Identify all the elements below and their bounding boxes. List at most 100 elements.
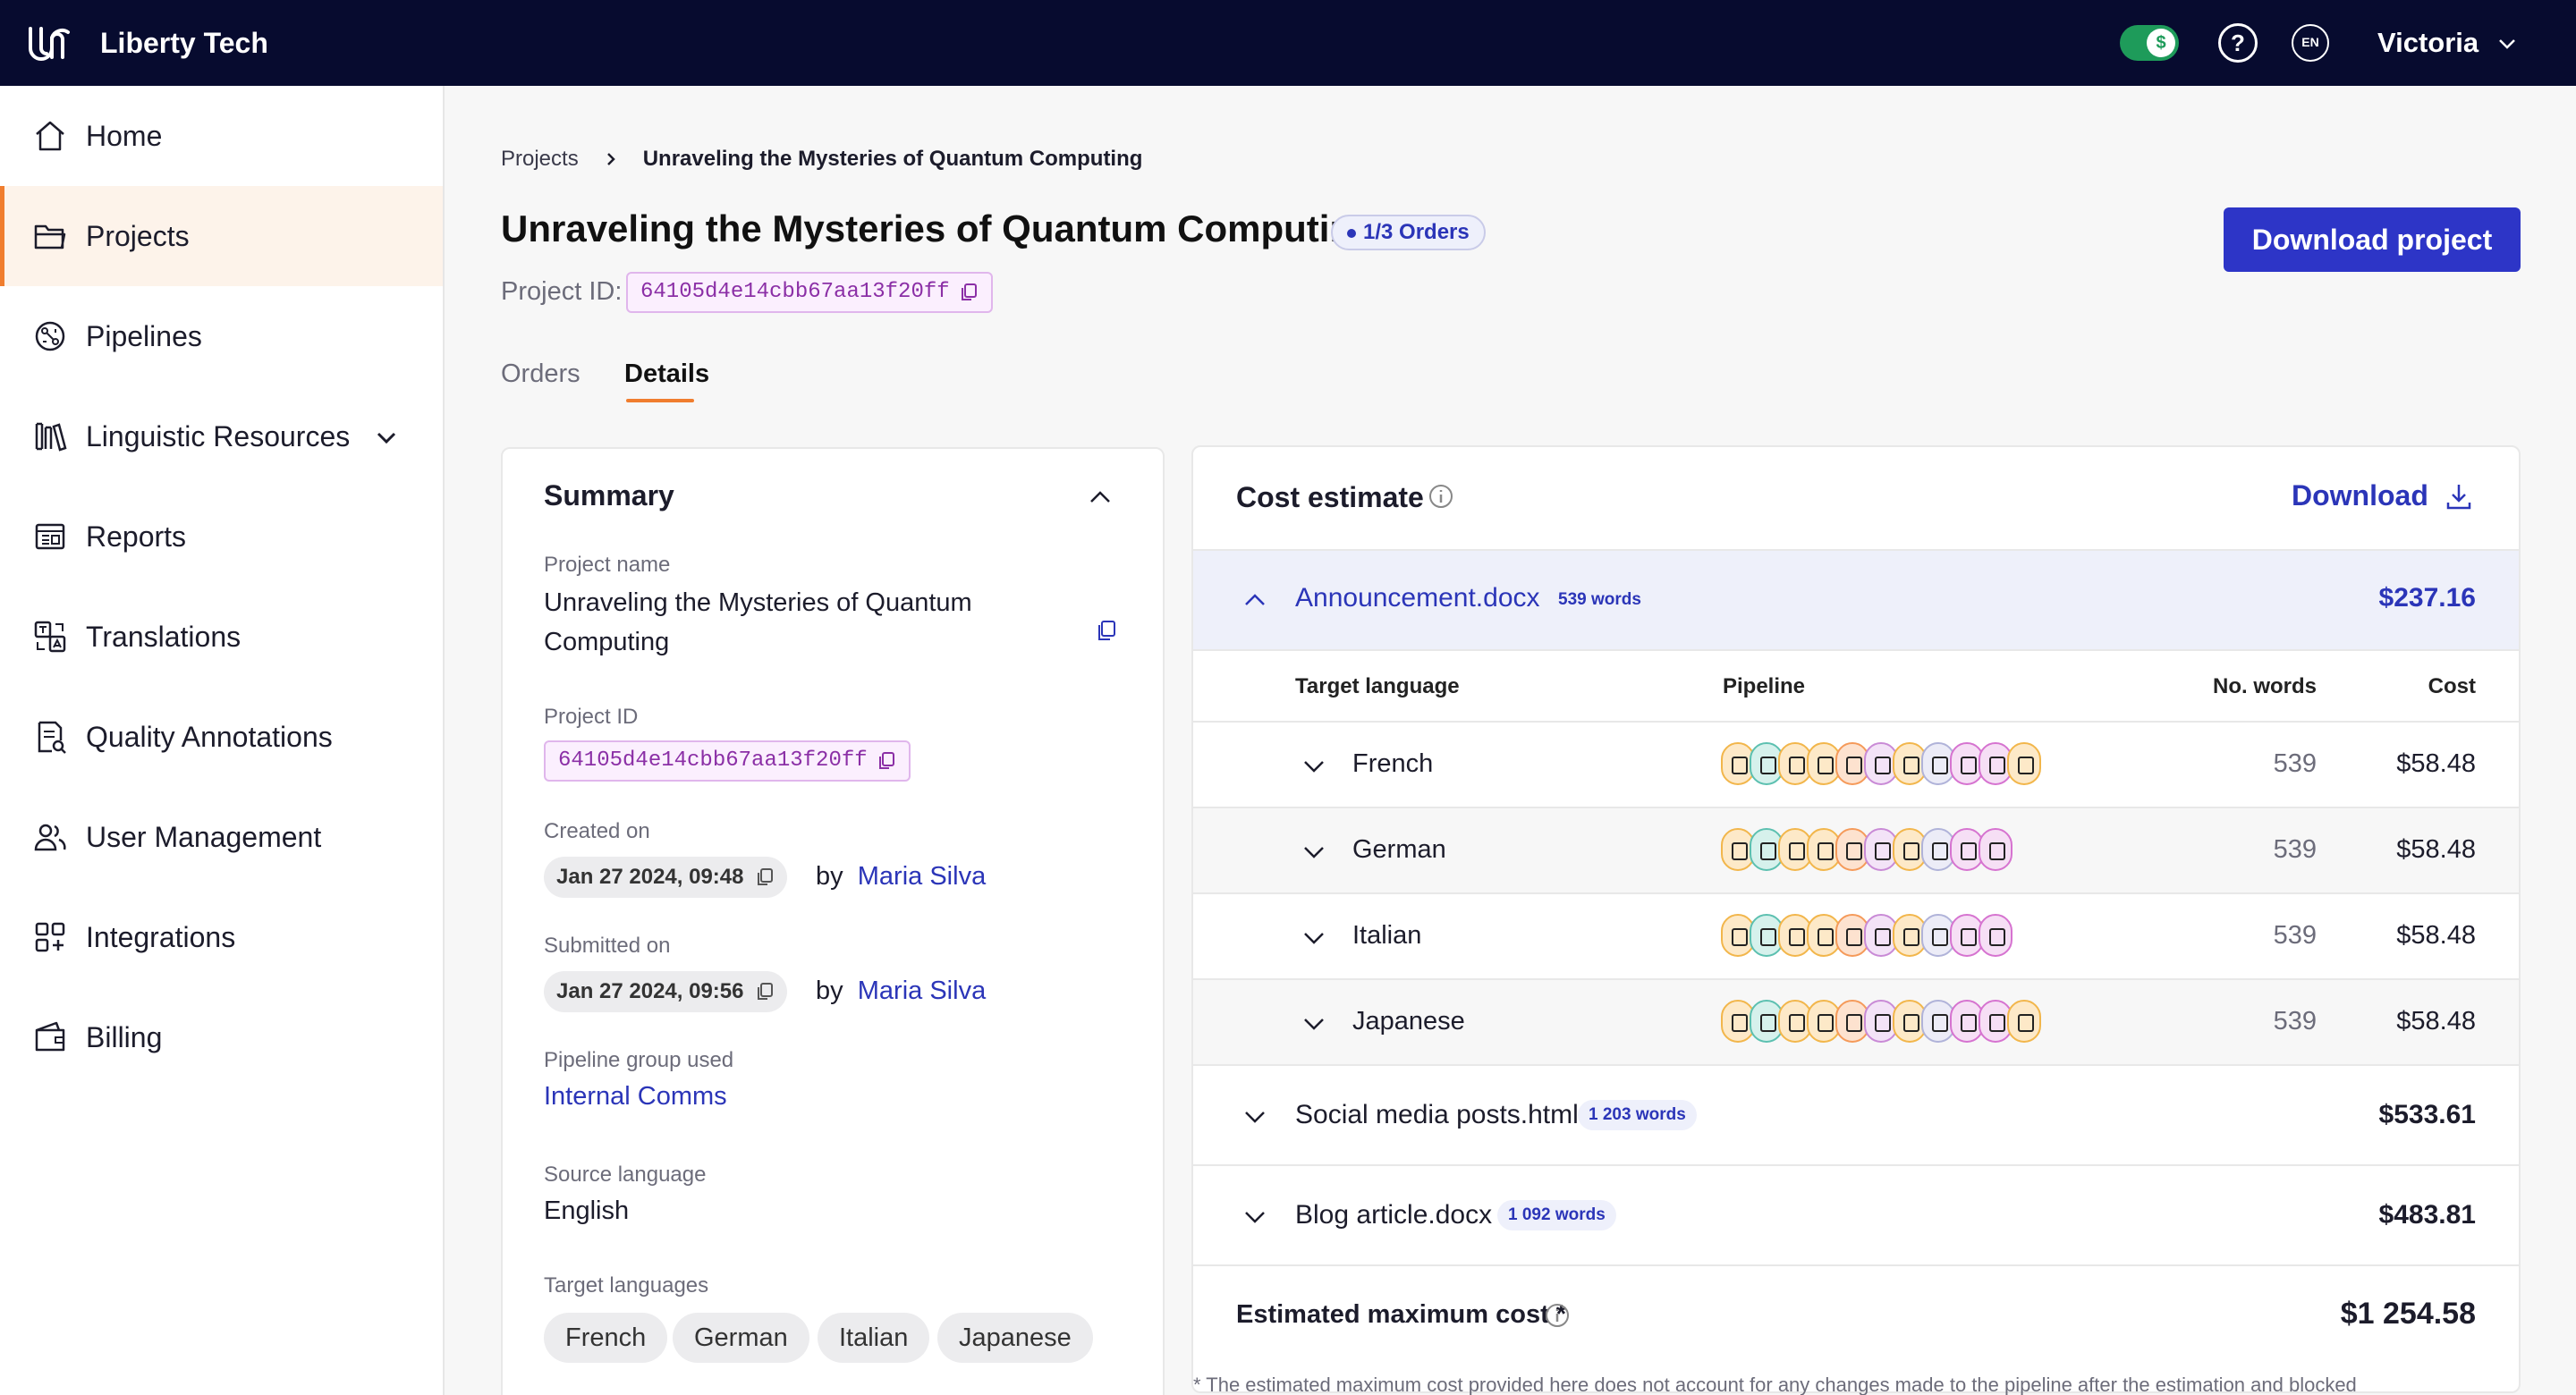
liberty-logo-icon[interactable] — [27, 23, 72, 63]
file-row-social-media[interactable]: Social media posts.html 1 203 words $533… — [1193, 1064, 2519, 1164]
tab-orders[interactable]: Orders — [501, 359, 580, 389]
language-name: German — [1352, 835, 1446, 864]
pipeline-step-icon[interactable] — [2007, 742, 2041, 785]
project-name-line-2: Computing — [544, 628, 670, 656]
library-icon — [35, 422, 67, 452]
submitted-by: by Maria Silva — [816, 976, 986, 1006]
language-row-italian[interactable]: Italian 539 $58.48 — [1193, 892, 2519, 978]
sidebar-item-pipelines[interactable]: Pipelines — [0, 286, 443, 386]
sidebar-item-linguistic-resources[interactable]: Linguistic Resources — [0, 386, 443, 486]
project-id-chip[interactable]: 64105d4e14cbb67aa13f20ff — [544, 740, 911, 782]
copy-icon[interactable] — [755, 867, 775, 887]
pipeline-group-link[interactable]: Internal Comms — [544, 1077, 727, 1116]
copy-icon[interactable] — [959, 283, 979, 302]
language-cost: $58.48 — [2396, 1007, 2476, 1036]
chevron-down-icon[interactable] — [1241, 1103, 1268, 1130]
sidebar-item-reports[interactable]: Reports — [0, 486, 443, 587]
language-selector[interactable]: EN — [2292, 24, 2329, 62]
pipeline-steps[interactable] — [1721, 742, 2041, 785]
help-icon[interactable]: ? — [2218, 23, 2258, 63]
language-row-french[interactable]: French 539 $58.48 — [1193, 721, 2519, 807]
wallet-icon — [35, 1021, 65, 1052]
sidebar-item-label: Billing — [86, 1020, 163, 1053]
file-name[interactable]: Blog article.docx — [1295, 1200, 1492, 1230]
chevron-down-icon[interactable] — [1301, 1010, 1327, 1037]
chevron-down-icon[interactable] — [2496, 32, 2519, 55]
sidebar-item-home[interactable]: Home — [0, 86, 443, 186]
language-row-japanese[interactable]: Japanese 539 $58.48 — [1193, 978, 2519, 1064]
file-name[interactable]: Social media posts.html — [1295, 1100, 1579, 1130]
pipeline-step-icon[interactable] — [1979, 914, 2012, 957]
user-menu-name[interactable]: Victoria — [2377, 0, 2479, 86]
chevron-up-icon[interactable] — [1241, 587, 1268, 613]
file-cost: $533.61 — [2378, 1100, 2476, 1129]
breadcrumb-current: Unraveling the Mysteries of Quantum Comp… — [642, 147, 1143, 171]
project-name-line-1: Unraveling the Mysteries of Quantum — [544, 588, 972, 617]
file-row-announcement[interactable]: Announcement.docx 539 words $237.16 — [1193, 549, 2519, 649]
project-id-chip[interactable]: 64105d4e14cbb67aa13f20ff — [626, 272, 993, 313]
breadcrumb-projects-link[interactable]: Projects — [501, 147, 579, 172]
sidebar-item-user-management[interactable]: User Management — [0, 787, 443, 887]
created-date: Jan 27 2024, 09:48 — [556, 865, 744, 889]
submitted-date-chip[interactable]: Jan 27 2024, 09:56 — [544, 971, 787, 1012]
chevron-down-icon[interactable] — [1301, 925, 1327, 951]
pipeline-step-icon[interactable] — [1979, 828, 2012, 871]
summary-title: Summary — [544, 479, 674, 512]
pipeline-steps[interactable] — [1721, 914, 2012, 957]
orders-badge: 1/3 Orders — [1331, 215, 1486, 250]
created-date-chip[interactable]: Jan 27 2024, 09:48 — [544, 857, 787, 898]
project-id-value: 64105d4e14cbb67aa13f20ff — [558, 748, 868, 773]
sidebar: Home Projects Pipelines Linguistic Resou… — [0, 86, 445, 1395]
language-table-header: Target language Pipeline No. words Cost — [1193, 649, 2519, 721]
language-name: Japanese — [1352, 1007, 1465, 1036]
brand-name[interactable]: Liberty Tech — [100, 0, 268, 86]
by-prefix: by — [816, 976, 843, 1005]
estimated-total-label: Estimated maximum cost * — [1236, 1300, 1567, 1329]
col-target-language: Target language — [1295, 674, 1460, 698]
submitted-by-user-link[interactable]: Maria Silva — [858, 976, 986, 1005]
pipeline-steps[interactable] — [1721, 1000, 2041, 1043]
language-words: 539 — [2273, 921, 2317, 950]
chevron-up-icon[interactable] — [1088, 485, 1113, 510]
info-icon[interactable] — [1428, 483, 1454, 510]
submitted-on-label: Submitted on — [544, 934, 671, 958]
language-cost: $58.48 — [2396, 749, 2476, 778]
estimated-total-row: Estimated maximum cost * $1 254.58 — [1193, 1264, 2519, 1365]
copy-icon[interactable] — [1095, 619, 1118, 642]
info-icon[interactable] — [1544, 1302, 1571, 1329]
tab-details[interactable]: Details — [624, 359, 709, 389]
sidebar-item-projects[interactable]: Projects — [0, 186, 443, 286]
sidebar-item-label: Projects — [86, 219, 190, 252]
chevron-down-icon[interactable] — [1241, 1204, 1268, 1230]
credits-toggle[interactable]: $ — [2120, 25, 2179, 61]
orders-badge-label: 1/3 Orders — [1363, 220, 1470, 244]
download-icon[interactable] — [2444, 481, 2474, 512]
sidebar-item-label: Linguistic Resources — [86, 419, 351, 452]
chevron-down-icon[interactable] — [1301, 753, 1327, 780]
copy-icon[interactable] — [877, 751, 896, 771]
pipeline-steps[interactable] — [1721, 828, 2012, 871]
chevron-down-icon[interactable] — [374, 426, 399, 451]
file-name[interactable]: Announcement.docx — [1295, 583, 1540, 613]
project-id-label: Project ID: — [501, 277, 623, 306]
sidebar-item-label: Integrations — [86, 920, 236, 953]
sidebar-item-billing[interactable]: Billing — [0, 987, 443, 1087]
chevron-down-icon[interactable] — [1301, 839, 1327, 866]
language-row-german[interactable]: German 539 $58.48 — [1193, 807, 2519, 892]
created-by-user-link[interactable]: Maria Silva — [858, 862, 986, 891]
language-name: French — [1352, 749, 1434, 778]
file-row-blog-article[interactable]: Blog article.docx 1 092 words $483.81 — [1193, 1164, 2519, 1264]
active-tab-indicator — [626, 399, 694, 402]
pipeline-step-icon[interactable] — [2007, 1000, 2041, 1043]
status-dot-icon — [1347, 228, 1356, 238]
sidebar-item-quality-annotations[interactable]: Quality Annotations — [0, 687, 443, 787]
project-name-label: Project name — [544, 553, 671, 577]
sidebar-item-translations[interactable]: Translations — [0, 587, 443, 687]
copy-icon[interactable] — [755, 982, 775, 1002]
download-estimate-link[interactable]: Download — [2292, 479, 2428, 512]
target-language-pill: French — [544, 1313, 668, 1363]
sidebar-item-integrations[interactable]: Integrations — [0, 887, 443, 987]
file-cost: $237.16 — [2378, 583, 2476, 613]
word-count-badge: 1 092 words — [1497, 1200, 1616, 1230]
download-project-button[interactable]: Download project — [2224, 207, 2521, 272]
